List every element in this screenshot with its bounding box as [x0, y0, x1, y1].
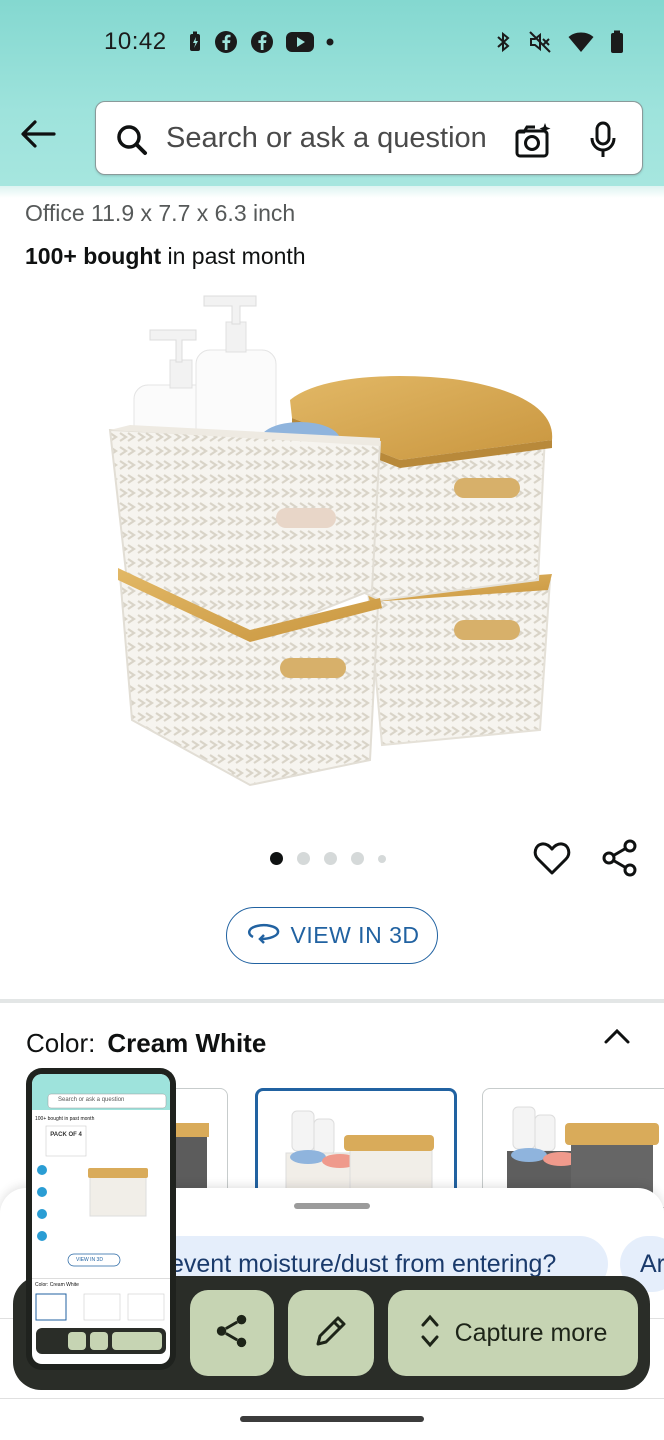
search-bar[interactable]: Search or ask a question: [95, 101, 643, 175]
dot-icon: [326, 38, 334, 46]
youtube-icon: [286, 31, 314, 53]
section-divider: [0, 999, 664, 1003]
share-icon[interactable]: [600, 838, 640, 883]
view-in-3d-label: VIEW IN 3D: [290, 922, 420, 948]
status-time: 10:42: [104, 28, 167, 55]
thumb-search-text: Search or ask a question: [58, 1097, 125, 1103]
view-in-3d-button[interactable]: VIEW IN 3D: [226, 907, 438, 964]
gesture-nav-handle[interactable]: [240, 1416, 424, 1422]
sheet-drag-handle[interactable]: [294, 1203, 370, 1209]
facebook-icon: [250, 30, 274, 54]
bought-rest: in past month: [161, 243, 306, 269]
share-screenshot-button[interactable]: [190, 1290, 274, 1376]
mute-icon: [528, 30, 552, 54]
status-bar: 10:42: [0, 0, 664, 86]
camera-lens-icon[interactable]: [514, 120, 554, 165]
carousel-dot[interactable]: [297, 852, 310, 865]
sheet-divider: [0, 1398, 664, 1399]
screenshot-thumbnail[interactable]: Search or ask a question 100+ bought in …: [26, 1068, 176, 1370]
header-shadow: [0, 186, 664, 198]
back-arrow-icon: [20, 119, 56, 154]
search-input[interactable]: Search or ask a question: [166, 122, 487, 155]
capture-more-button[interactable]: Capture more: [388, 1290, 638, 1376]
expand-vertical-icon: [419, 1311, 441, 1356]
thumb-bought-text: 100+ bought in past month: [35, 1116, 95, 1122]
product-image[interactable]: [100, 290, 570, 800]
facebook-icon: [214, 30, 238, 54]
back-button[interactable]: [16, 114, 60, 158]
pencil-icon: [312, 1312, 350, 1355]
microphone-icon[interactable]: [588, 120, 618, 165]
color-selector-label: Color: Cream White: [26, 1028, 266, 1059]
wishlist-heart-icon[interactable]: [532, 838, 572, 883]
product-subtitle: Office 11.9 x 7.7 x 6.3 inch: [25, 200, 296, 226]
thumb-view3d-text: VIEW IN 3D: [76, 1257, 103, 1263]
battery-icon: [610, 30, 624, 54]
carousel-dot[interactable]: [378, 854, 386, 863]
color-value: Cream White: [107, 1028, 267, 1058]
bought-bold: 100+ bought: [25, 243, 162, 269]
thumb-color-text: Color: Cream White: [35, 1282, 79, 1288]
carousel-dot[interactable]: [270, 852, 283, 865]
battery-saver-icon: [188, 31, 202, 53]
carousel-dot[interactable]: [351, 852, 364, 865]
search-icon: [116, 124, 148, 161]
wifi-icon: [568, 31, 594, 53]
bluetooth-icon: [494, 30, 512, 54]
rotate-3d-icon: [245, 921, 281, 950]
carousel-dot[interactable]: [324, 852, 337, 865]
thumb-pack-text: PACK OF 4: [50, 1132, 82, 1138]
color-label: Color:: [26, 1028, 96, 1058]
capture-more-label: Capture more: [454, 1318, 608, 1347]
app-header: 10:42 Search or ask a question: [0, 0, 664, 186]
edit-screenshot-button[interactable]: [288, 1290, 374, 1376]
image-carousel-dots[interactable]: [270, 852, 386, 865]
chevron-up-icon[interactable]: [602, 1024, 632, 1053]
bought-count: 100+ bought in past month: [25, 243, 306, 270]
share-icon: [213, 1312, 251, 1355]
